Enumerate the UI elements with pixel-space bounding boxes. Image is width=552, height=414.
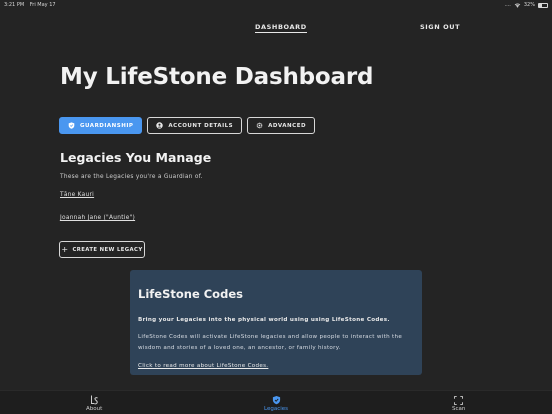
create-new-legacy-label: CREATE NEW LEGACY <box>72 246 143 253</box>
bottom-tab-legacies[interactable]: Legacies <box>264 395 288 412</box>
signal-icon: .... <box>504 2 511 8</box>
person-icon <box>156 122 164 129</box>
battery-percent: 32% <box>523 2 535 8</box>
bottom-tab-about[interactable]: About <box>86 395 102 412</box>
lifestone-codes-card: LifeStone Codes Bring your Legacies into… <box>130 270 422 375</box>
page-title: My LifeStone Dashboard <box>60 64 374 90</box>
sign-out-link[interactable]: SIGN OUT <box>420 23 460 31</box>
dashboard-tabs: GUARDIANSHIP ACCOUNT DETAILS ADVANCED <box>59 117 316 134</box>
bottom-tab-bar: About Legacies Scan <box>0 390 552 414</box>
codes-card-lead: Bring your Legacies into the physical wo… <box>138 317 390 323</box>
lifestone-logo-icon <box>89 395 99 405</box>
plus-icon: + <box>61 244 69 254</box>
status-bar: 3:21 PM Fri May 17 .... 32% <box>0 0 552 10</box>
nav-dashboard-link[interactable]: DASHBOARD <box>255 23 307 33</box>
legacy-link-joannah-jane[interactable]: Joannah Jane ("Auntie") <box>60 215 135 221</box>
shield-icon <box>68 122 75 129</box>
legacies-section-description: These are the Legacies you're a Guardian… <box>60 174 203 180</box>
status-left: 3:21 PM Fri May 17 <box>4 2 60 8</box>
tab-account-details-label: ACCOUNT DETAILS <box>168 122 234 129</box>
shield-icon <box>271 395 281 405</box>
tab-account-details[interactable]: ACCOUNT DETAILS <box>147 117 243 134</box>
legacies-section-title: Legacies You Manage <box>60 150 212 165</box>
bottom-tab-legacies-label: Legacies <box>264 406 289 412</box>
tab-advanced-label: ADVANCED <box>268 122 307 129</box>
codes-card-title: LifeStone Codes <box>138 287 243 301</box>
wifi-icon <box>514 3 521 8</box>
legacy-link-tane-kauri[interactable]: Tāne Kauri <box>60 192 94 198</box>
status-date: Fri May 17 <box>29 2 56 8</box>
bottom-tab-scan[interactable]: Scan <box>452 395 465 412</box>
battery-icon <box>538 2 548 8</box>
scan-icon <box>454 395 464 405</box>
tab-guardianship[interactable]: GUARDIANSHIP <box>59 117 143 134</box>
status-time: 3:21 PM <box>4 2 25 8</box>
tab-guardianship-label: GUARDIANSHIP <box>80 122 134 129</box>
codes-read-more-link[interactable]: Click to read more about LifeStone Codes… <box>138 363 268 369</box>
bottom-tab-about-label: About <box>86 406 103 412</box>
tab-advanced[interactable]: ADVANCED <box>247 117 316 134</box>
status-right: .... 32% <box>505 2 548 8</box>
create-new-legacy-button[interactable]: + CREATE NEW LEGACY <box>59 241 145 258</box>
top-nav: DASHBOARD SIGN OUT <box>0 23 552 35</box>
gear-icon <box>256 122 263 129</box>
bottom-tab-scan-label: Scan <box>452 406 466 412</box>
codes-card-body: LifeStone Codes will activate LifeStone … <box>138 334 403 351</box>
